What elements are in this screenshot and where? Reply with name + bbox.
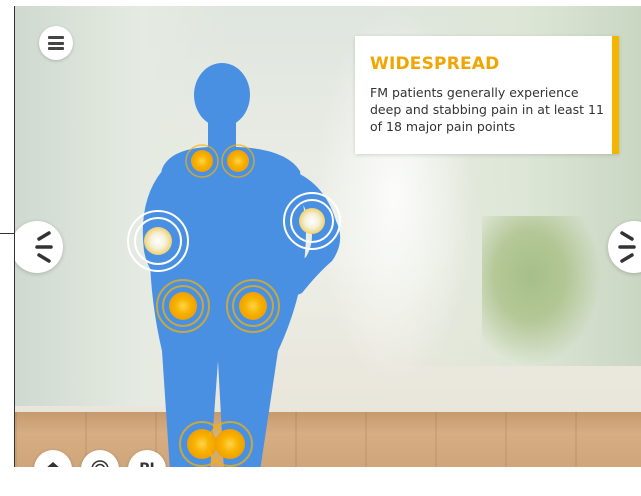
home-icon [47,462,59,467]
chevron-right-icon [618,231,636,263]
hamburger-menu-icon [48,36,64,39]
background-plant [482,216,602,366]
menu-button[interactable] [39,26,73,60]
callout-line [0,233,14,234]
previous-button[interactable] [15,221,63,273]
info-card-title: WIDESPREAD [370,54,500,74]
pi-button-label: PI [139,461,154,467]
info-card: WIDESPREAD FM patients generally experie… [355,36,619,154]
figure-silhouette [142,63,341,467]
info-card-text: FM patients generally experience deep an… [370,85,604,134]
human-body-figure [127,63,341,467]
next-button[interactable] [608,221,641,273]
target-icon [91,460,109,467]
info-card-accent [612,36,619,154]
chevron-left-icon [35,231,53,263]
app-screen: WIDESPREAD FM patients generally experie… [14,6,641,467]
